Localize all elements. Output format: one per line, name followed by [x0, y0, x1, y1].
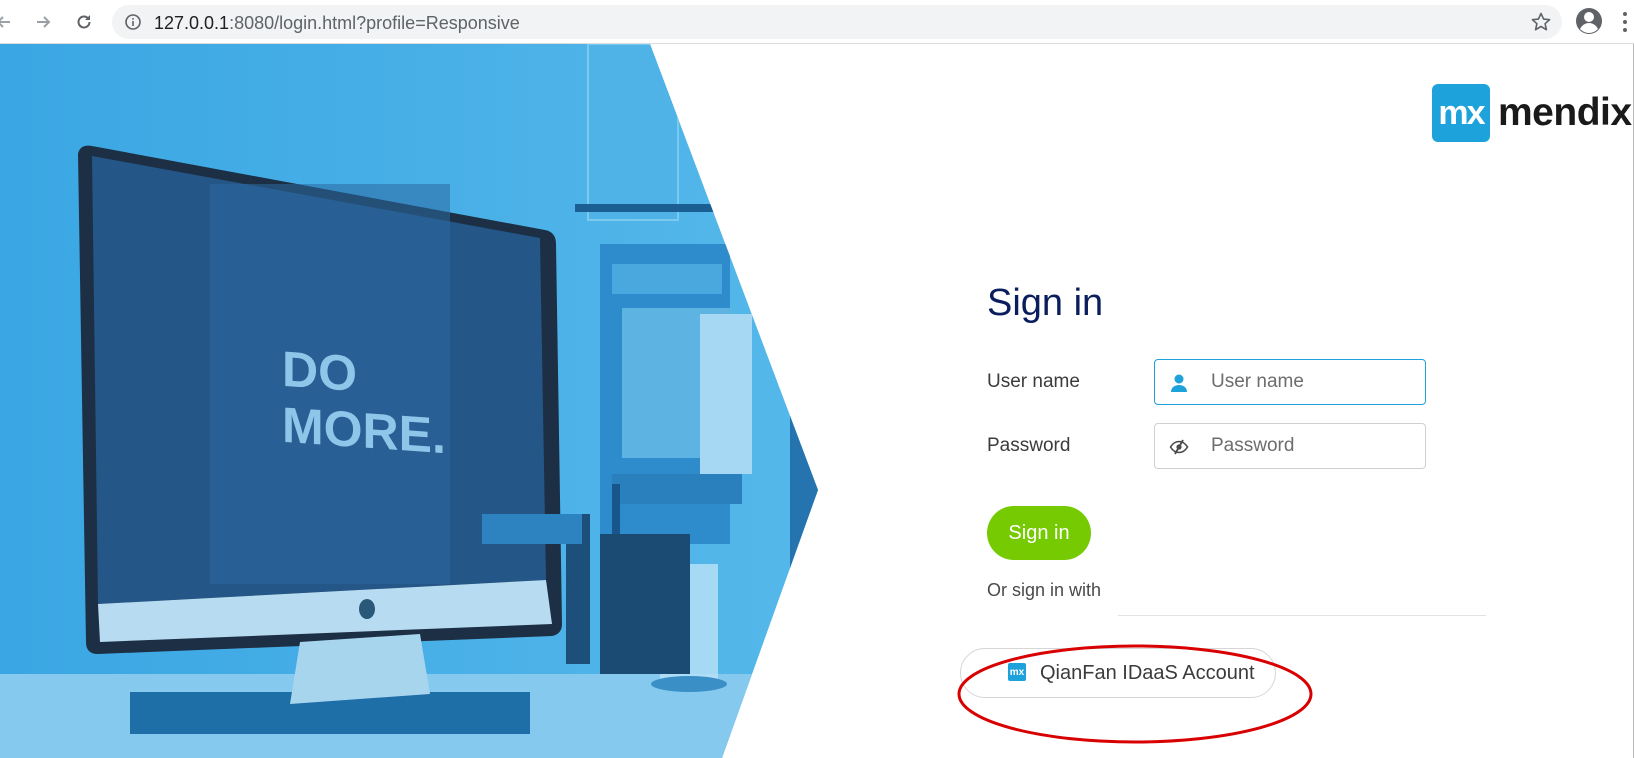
url-text: 127.0.0.1:8080/login.html?profile=Respon… [154, 13, 520, 34]
username-field[interactable] [1154, 359, 1426, 405]
mendix-small-icon: mx [1008, 663, 1026, 681]
menu-dots-icon[interactable] [1622, 10, 1628, 34]
logo-mark: mx [1432, 84, 1490, 142]
user-icon [1171, 374, 1187, 392]
logo-wordmark: mendix [1498, 91, 1632, 134]
forward-button[interactable] [31, 10, 55, 34]
star-icon[interactable] [1530, 11, 1552, 33]
arrow-right-icon [37, 16, 51, 28]
login-page: DO MORE. mx mendix Sign in User name Pas… [0, 44, 1634, 758]
password-label: Password [987, 435, 1071, 456]
page-title: Sign in [987, 282, 1104, 324]
info-icon[interactable] [124, 13, 142, 31]
sign-in-button[interactable]: Sign in [987, 506, 1091, 560]
username-label: User name [987, 371, 1080, 392]
or-sign-in-with-label: Or sign in with [987, 580, 1102, 600]
back-button[interactable] [0, 10, 16, 34]
mendix-logo: mx mendix [1432, 84, 1632, 142]
password-input[interactable] [1211, 424, 1416, 468]
username-input[interactable] [1211, 360, 1416, 404]
divider [1118, 615, 1486, 616]
sso-button-label: QianFan IDaaS Account [1040, 662, 1255, 684]
eye-slash-icon[interactable] [1169, 437, 1189, 457]
qianfan-idaas-button[interactable]: mx QianFan IDaaS Account [960, 648, 1276, 698]
browser-toolbar: 127.0.0.1:8080/login.html?profile=Respon… [0, 0, 1634, 44]
screen-text-do: DO [282, 341, 357, 402]
address-bar[interactable]: 127.0.0.1:8080/login.html?profile=Respon… [112, 5, 1562, 39]
reload-icon [77, 15, 91, 29]
url-host: 127.0.0.1 [154, 13, 230, 33]
hero-image: DO MORE. [0, 44, 818, 758]
screen-text-more: MORE. [282, 397, 446, 464]
arrow-left-icon [0, 16, 10, 28]
password-field[interactable] [1154, 423, 1426, 469]
account-circle-icon[interactable] [1574, 6, 1604, 36]
reload-button[interactable] [72, 10, 96, 34]
url-path: :8080/login.html?profile=Responsive [229, 13, 520, 33]
